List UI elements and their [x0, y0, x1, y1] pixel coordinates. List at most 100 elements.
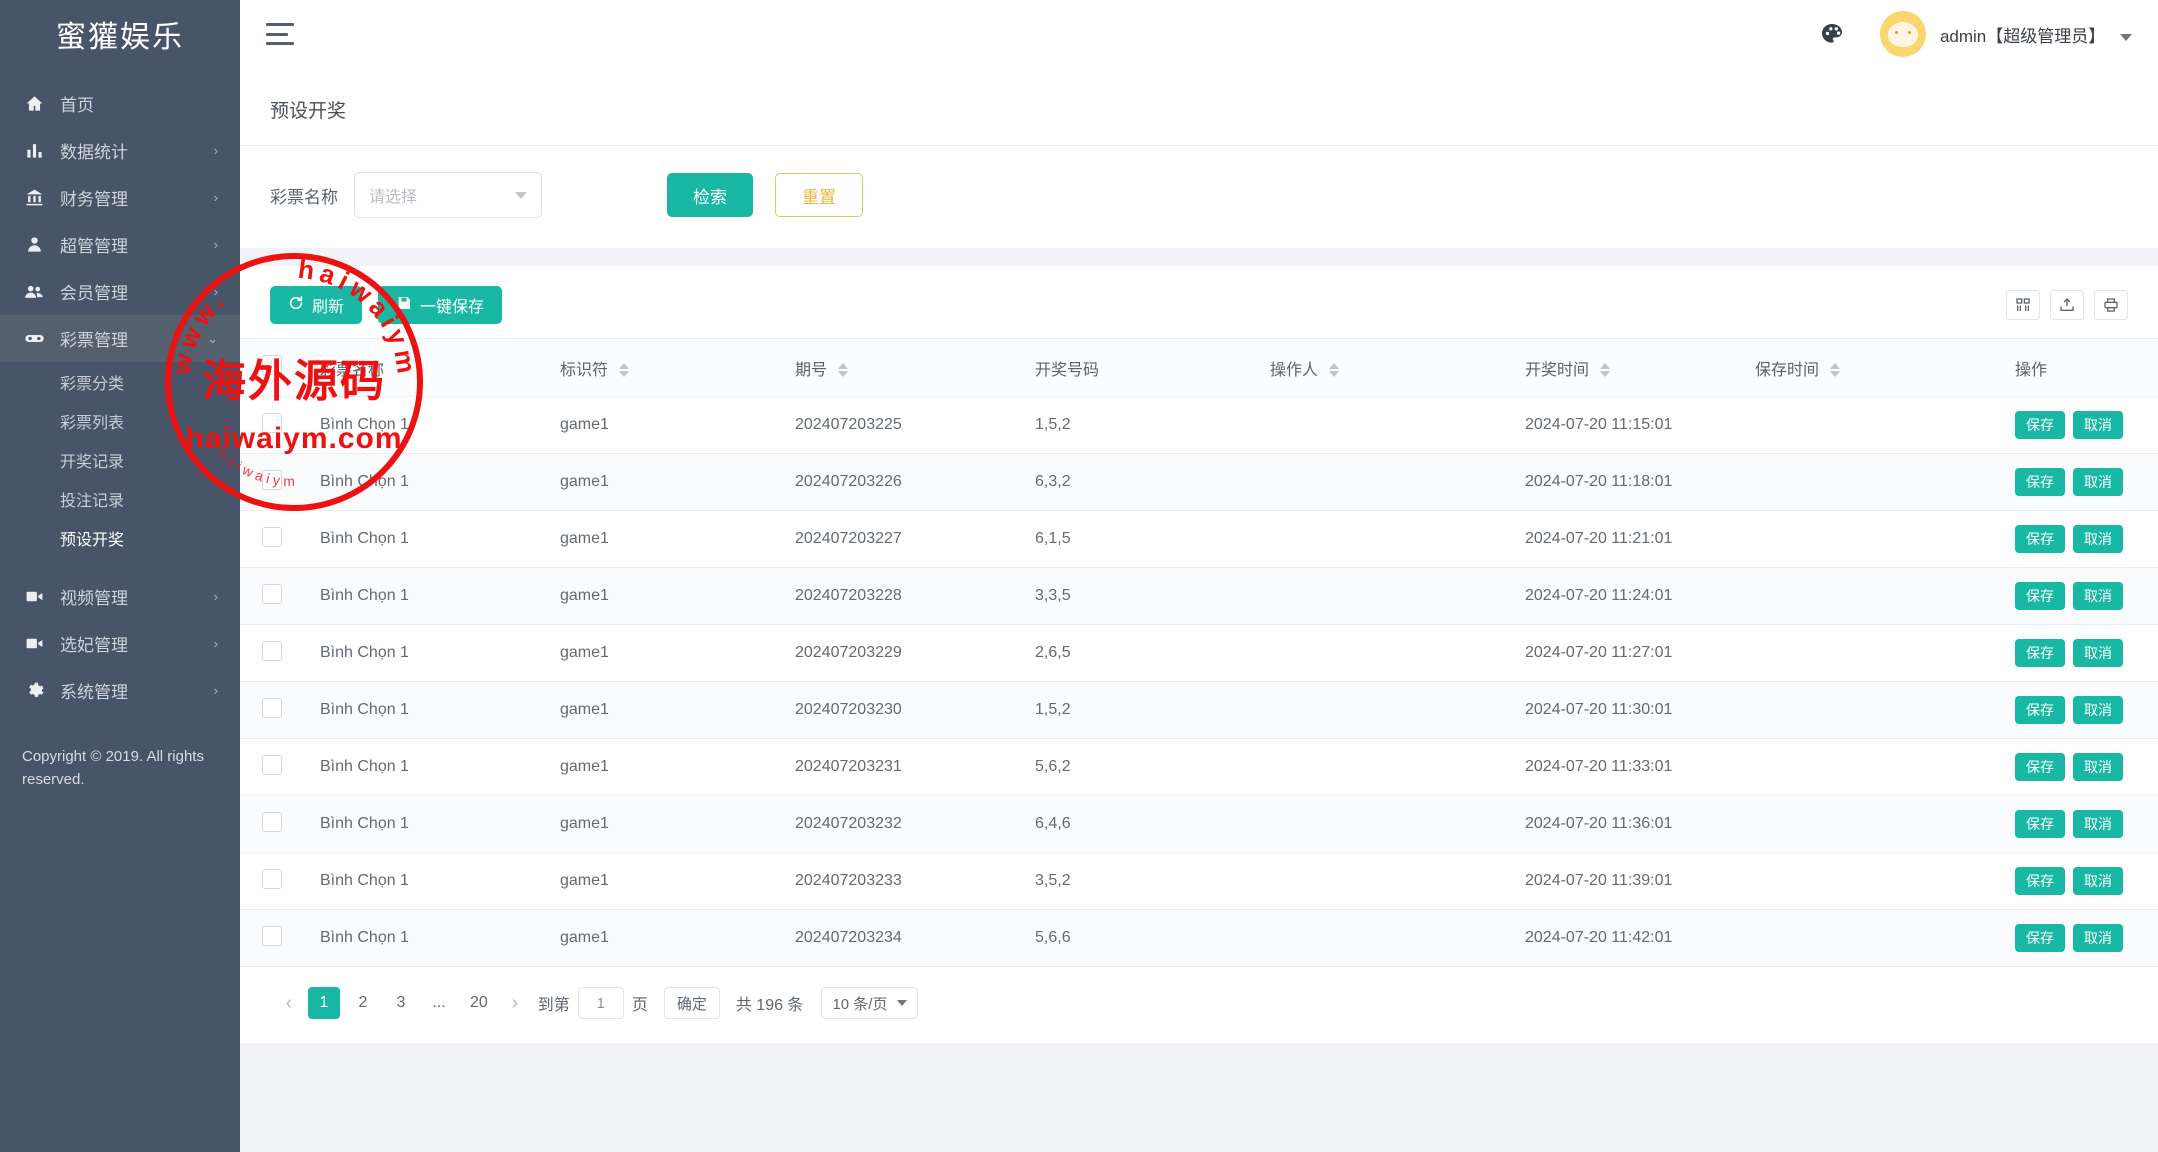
column-header-draw-time[interactable]: 开奖时间 [1503, 339, 1733, 397]
row-cancel-button[interactable]: 取消 [2073, 468, 2123, 496]
row-checkbox[interactable] [262, 869, 282, 889]
sidebar-item-statistics[interactable]: 数据统计 › [0, 127, 240, 174]
column-header-period[interactable]: 期号 [773, 339, 1013, 397]
row-checkbox[interactable] [262, 812, 282, 832]
row-checkbox[interactable] [262, 527, 282, 547]
column-header-save-time[interactable]: 保存时间 [1733, 339, 1993, 397]
sidebar-nav: 首页 数据统计 › 财务管理 › 超管 [0, 68, 240, 714]
sidebar-item-label: 系统管理 [60, 678, 206, 703]
row-save-button[interactable]: 保存 [2015, 810, 2065, 838]
user-name-label: admin【超级管理员】 [1940, 27, 2105, 46]
refresh-icon [288, 295, 304, 316]
cell-identifier: game1 [538, 853, 773, 910]
row-save-button[interactable]: 保存 [2015, 411, 2065, 439]
sort-icon[interactable] [1600, 363, 1610, 377]
next-page-button[interactable]: › [500, 987, 530, 1019]
row-select-cell [240, 511, 298, 568]
row-save-button[interactable]: 保存 [2015, 696, 2065, 724]
print-icon[interactable] [2094, 290, 2128, 320]
pagination-ellipsis: ... [424, 987, 454, 1019]
row-save-button[interactable]: 保存 [2015, 468, 2065, 496]
cell-actions: 保存取消 [1993, 568, 2158, 625]
sidebar-item-concubine[interactable]: 选妃管理 › [0, 620, 240, 667]
row-save-button[interactable]: 保存 [2015, 867, 2065, 895]
column-header-identifier[interactable]: 标识符 [538, 339, 773, 397]
row-cancel-button[interactable]: 取消 [2073, 753, 2123, 781]
row-save-button[interactable]: 保存 [2015, 924, 2065, 952]
user-menu[interactable]: admin【超级管理员】 [1940, 22, 2132, 47]
sidebar-item-superadmin[interactable]: 超管管理 › [0, 221, 240, 268]
sidebar-subitem-bet-records[interactable]: 投注记录 [0, 479, 240, 518]
cell-period: 202407203229 [773, 625, 1013, 682]
sidebar-item-label: 会员管理 [60, 279, 206, 304]
menu-toggle-icon[interactable] [266, 23, 294, 45]
row-save-button[interactable]: 保存 [2015, 753, 2065, 781]
sort-icon[interactable] [838, 363, 848, 377]
row-save-button[interactable]: 保存 [2015, 639, 2065, 667]
row-select-cell [240, 454, 298, 511]
sidebar-item-home[interactable]: 首页 [0, 80, 240, 127]
row-checkbox[interactable] [262, 698, 282, 718]
row-checkbox[interactable] [262, 926, 282, 946]
row-checkbox[interactable] [262, 413, 282, 433]
row-checkbox[interactable] [262, 584, 282, 604]
cell-name: Bình Chọn 1 [298, 625, 538, 682]
sidebar-subitem-preset-draw[interactable]: 预设开奖 [0, 518, 240, 557]
sidebar-subitem-draw-records[interactable]: 开奖记录 [0, 440, 240, 479]
sidebar-item-video[interactable]: 视频管理 › [0, 573, 240, 620]
table-row: Bình Chọn 1game12024072032301,5,22024-07… [240, 682, 2158, 739]
row-cancel-button[interactable]: 取消 [2073, 411, 2123, 439]
row-cancel-button[interactable]: 取消 [2073, 810, 2123, 838]
sidebar-item-lottery[interactable]: 彩票管理 ⌄ [0, 315, 240, 362]
row-cancel-button[interactable]: 取消 [2073, 924, 2123, 952]
row-cancel-button[interactable]: 取消 [2073, 525, 2123, 553]
row-select-cell [240, 682, 298, 739]
column-label: 彩票名称 [320, 362, 384, 379]
sort-icon[interactable] [1830, 363, 1840, 377]
table-head: 彩票名称 标识符 期号 开奖号码 [240, 339, 2158, 397]
cell-operator [1248, 739, 1503, 796]
column-label: 开奖号码 [1035, 362, 1099, 379]
lottery-name-select[interactable]: 请选择 [354, 172, 542, 218]
goto-confirm-button[interactable]: 确定 [664, 987, 720, 1019]
sort-icon[interactable] [1329, 363, 1339, 377]
save-icon [396, 295, 412, 316]
cell-operator [1248, 853, 1503, 910]
refresh-button[interactable]: 刷新 [270, 286, 362, 324]
avatar[interactable] [1880, 11, 1926, 57]
row-checkbox[interactable] [262, 755, 282, 775]
goto-page-input[interactable] [578, 987, 624, 1019]
row-checkbox[interactable] [262, 470, 282, 490]
row-cancel-button[interactable]: 取消 [2073, 582, 2123, 610]
search-button[interactable]: 检索 [667, 173, 753, 217]
save-all-button[interactable]: 一键保存 [378, 286, 502, 324]
pagination-page-button[interactable]: 2 [348, 987, 378, 1019]
sidebar-item-system[interactable]: 系统管理 › [0, 667, 240, 714]
export-icon[interactable] [2050, 290, 2084, 320]
row-checkbox[interactable] [262, 641, 282, 661]
row-cancel-button[interactable]: 取消 [2073, 639, 2123, 667]
columns-icon[interactable] [2006, 290, 2040, 320]
column-label: 开奖时间 [1525, 362, 1589, 379]
prev-page-button[interactable]: ‹ [274, 987, 304, 1019]
sort-icon[interactable] [619, 363, 629, 377]
sidebar-subitem-lottery-category[interactable]: 彩票分类 [0, 362, 240, 401]
page-size-select[interactable]: 10 条/页 [821, 987, 918, 1019]
sidebar-item-finance[interactable]: 财务管理 › [0, 174, 240, 221]
column-label: 标识符 [560, 362, 608, 379]
pagination-page-button[interactable]: 3 [386, 987, 416, 1019]
save-all-label: 一键保存 [420, 293, 484, 317]
column-header-operator[interactable]: 操作人 [1248, 339, 1503, 397]
pagination-page-button[interactable]: 1 [308, 987, 340, 1019]
palette-icon[interactable] [1820, 22, 1844, 46]
row-cancel-button[interactable]: 取消 [2073, 867, 2123, 895]
row-save-button[interactable]: 保存 [2015, 582, 2065, 610]
row-cancel-button[interactable]: 取消 [2073, 696, 2123, 724]
reset-button[interactable]: 重置 [775, 173, 863, 217]
row-save-button[interactable]: 保存 [2015, 525, 2065, 553]
pagination-page-button[interactable]: 20 [462, 987, 496, 1019]
cell-numbers: 3,3,5 [1013, 568, 1248, 625]
sidebar-item-members[interactable]: 会员管理 › [0, 268, 240, 315]
select-all-checkbox[interactable] [262, 355, 282, 375]
sidebar-subitem-lottery-list[interactable]: 彩票列表 [0, 401, 240, 440]
